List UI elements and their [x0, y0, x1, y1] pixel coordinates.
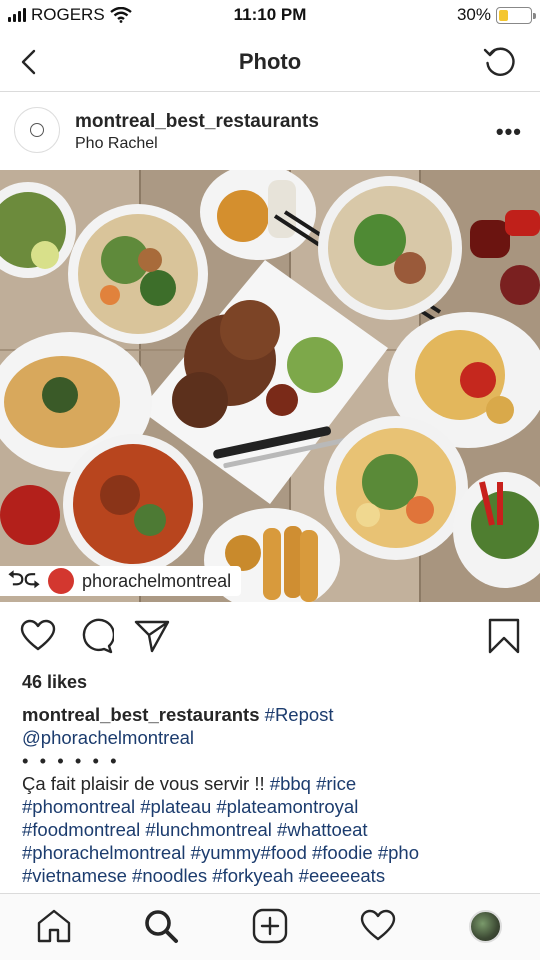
caption-line-3: • • • • • •: [22, 749, 522, 772]
refresh-icon[interactable]: [480, 42, 520, 82]
hashtags[interactable]: #phorachelmontreal #yummy#food #foodie #…: [22, 842, 419, 863]
comment-icon[interactable]: [78, 618, 114, 654]
hashtags[interactable]: #foodmontreal #lunchmontreal #whattoeat: [22, 819, 368, 840]
repost-username: phorachelmontreal: [82, 570, 232, 591]
home-icon[interactable]: [36, 908, 72, 944]
page-title: Photo: [238, 49, 302, 74]
likes-count[interactable]: 46 likes: [22, 672, 87, 693]
status-bar: ROGERS 11:10 PM 30%: [0, 0, 540, 32]
caption-line-6: #foodmontreal #lunchmontreal #whattoeat: [22, 818, 522, 841]
battery-icon: [496, 6, 536, 24]
hashtags[interactable]: #phomontreal #plateau #plateamontroyal: [22, 796, 358, 817]
caption-line-4: Ça fait plaisir de vous servir !! #bbq #…: [22, 772, 522, 795]
caption-text: Ça fait plaisir de vous servir !!: [22, 773, 270, 794]
repost-avatar: [48, 568, 75, 594]
repost-tag[interactable]: ⮌⮎ phorachelmontreal: [0, 566, 242, 596]
post-photo[interactable]: ⮌⮎ phorachelmontreal: [0, 170, 540, 602]
post-username[interactable]: montreal_best_restaurants: [75, 111, 319, 133]
avatar[interactable]: [14, 107, 60, 153]
add-post-icon[interactable]: [252, 908, 288, 944]
hashtags[interactable]: #vietnamese #noodles #forkyeah #eeeeeats: [22, 865, 385, 886]
caption-line-8: #vietnamese #noodles #forkyeah #eeeeeats: [22, 864, 522, 887]
food-photo-image: [0, 170, 540, 602]
activity-heart-icon[interactable]: [360, 908, 396, 944]
caption-line-1: montreal_best_restaurants #Repost: [22, 703, 522, 726]
mention[interactable]: @phorachelmontreal: [22, 727, 194, 748]
bookmark-icon[interactable]: [486, 618, 522, 654]
post-caption: montreal_best_restaurants #Repost @phora…: [22, 703, 522, 887]
nav-header: Photo: [0, 32, 540, 92]
send-icon[interactable]: [134, 618, 170, 654]
hashtags[interactable]: #bbq #rice: [270, 773, 356, 794]
post-header: montreal_best_restaurants Pho Rachel •••: [0, 93, 540, 170]
repost-icon: ⮌⮎: [8, 568, 41, 590]
post-location[interactable]: Pho Rachel: [75, 135, 158, 153]
profile-avatar[interactable]: [469, 910, 502, 943]
search-icon[interactable]: [143, 908, 179, 944]
caption-username[interactable]: montreal_best_restaurants: [22, 704, 260, 725]
battery-percent: 30%: [456, 5, 491, 24]
hashtag[interactable]: #Repost: [265, 704, 334, 725]
more-horizontal-icon[interactable]: •••: [496, 119, 522, 145]
caption-line-7: #phorachelmontreal #yummy#food #foodie #…: [22, 841, 522, 864]
heart-icon[interactable]: [20, 618, 56, 654]
caption-dots: • • • • • •: [22, 750, 120, 771]
bottom-tab-bar: [0, 893, 540, 960]
caption-line-5: #phomontreal #plateau #plateamontroyal: [22, 795, 522, 818]
post-actions: [0, 610, 540, 662]
caption-line-2: @phorachelmontreal: [22, 726, 522, 749]
status-right: 30%: [456, 5, 536, 25]
